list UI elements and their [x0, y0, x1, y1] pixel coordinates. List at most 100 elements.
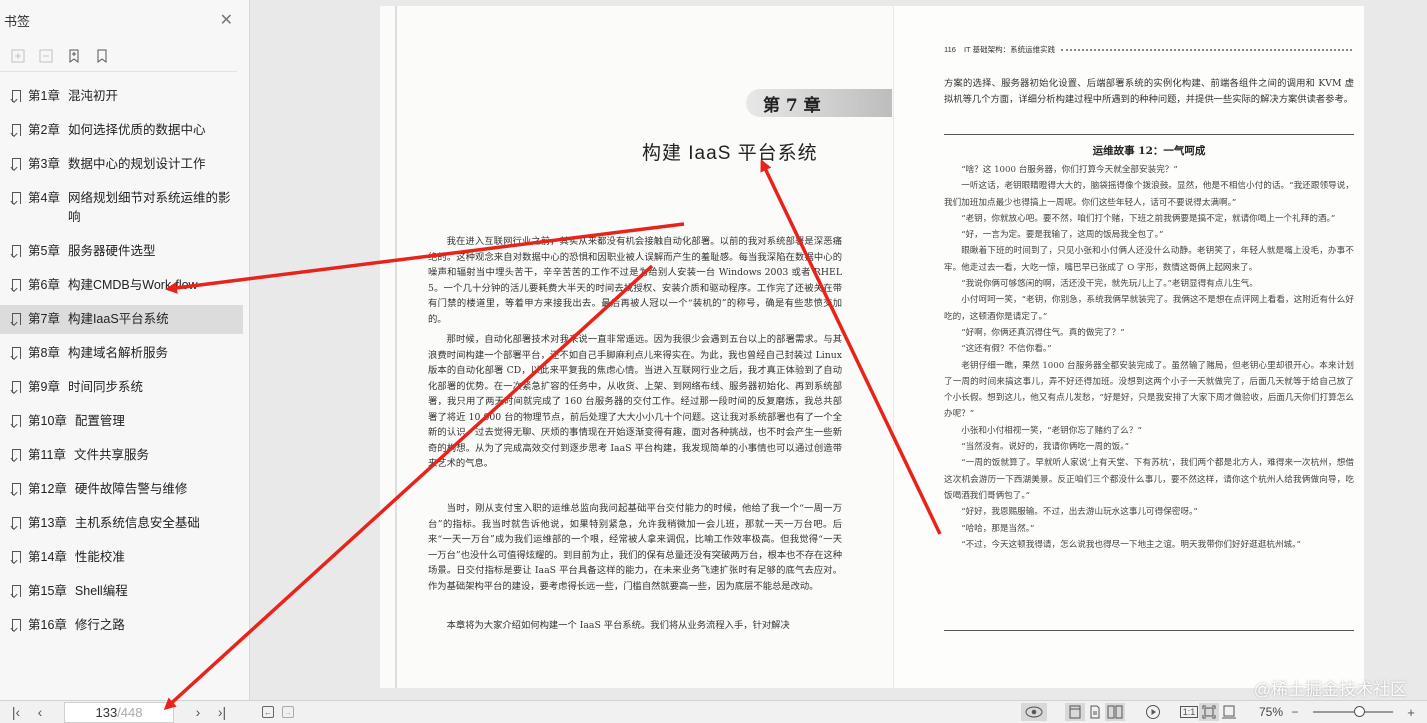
bookmark-item[interactable]: 第15章 Shell编程 [0, 577, 243, 606]
bookmark-chapter-number: 第6章 [28, 278, 60, 292]
bookmark-title: 数据中心的规划设计工作 [67, 157, 206, 171]
bookmark-title: 构建IaaS平台系统 [67, 312, 169, 326]
story-paragraph: “哈哈，那是当然。” [961, 523, 1035, 534]
story-body: “啥？这 1000 台服务器，你们打算今天就全部安装完？” 一听这话，老钥眼睛瞪得… [944, 162, 1354, 553]
forward-icon[interactable]: → [278, 703, 298, 721]
back-icon[interactable]: ← [258, 703, 278, 721]
bookmark-chapter-number: 第16章 [28, 618, 67, 632]
story-paragraph: “啥？这 1000 台服务器，你们打算今天就全部安装完？” [961, 165, 1178, 175]
zoom-slider-knob[interactable] [1354, 706, 1366, 717]
bookmark-icon [12, 90, 21, 102]
bookmark-item[interactable]: 第5章 服务器硬件选型 [0, 237, 243, 266]
document-view[interactable]: 第 7 章 构建 IaaS 平台系统 我在进入互联网行业之前，其实从来都没有机会… [251, 0, 1427, 700]
collapse-all-icon[interactable] [36, 46, 56, 66]
bookmark-title: 构建CMDB与Work-flow [67, 278, 198, 292]
zoom-out-icon[interactable]: − [1283, 705, 1307, 719]
bookmark-chapter-number: 第14章 [28, 550, 67, 564]
bookmark-item[interactable]: 第11章 文件共享服务 [0, 441, 243, 470]
divider [944, 134, 1354, 135]
bookmark-icon [12, 279, 21, 291]
header-dots [1061, 48, 1352, 51]
bookmark-item[interactable]: 第9章 时间同步系统 [0, 373, 243, 402]
bookmark-chapter-number: 第3章 [28, 157, 60, 171]
bookmark-icon [12, 449, 21, 461]
bookmark-chapter-number: 第2章 [28, 123, 60, 137]
bookmark-title: 网络规划细节对系统运维的影响 [67, 191, 231, 224]
next-page-icon[interactable]: › [186, 704, 210, 720]
bookmark-chapter-number: 第9章 [28, 380, 60, 394]
back-box-icon: ← [262, 706, 274, 718]
story-paragraph: “好，一言为定。要是我输了，这周的饭局我全包了。” [961, 230, 1164, 241]
total-pages: /448 [117, 704, 143, 720]
eye-care-icon[interactable] [1020, 703, 1047, 721]
intro-paragraph: 方案的选择、服务器初始化设置、后端部署系统的实例化构建、前端各组件之间的调用和 … [944, 78, 1354, 105]
divider [944, 630, 1354, 631]
bookmark-chapter-number: 第13章 [28, 516, 67, 530]
fit-width-icon[interactable] [1219, 703, 1239, 721]
story-paragraph: “不过，今天这顿我得请，怎么说我也得尽一下地主之谊。明天我带你们好好逛逛杭州城。… [961, 539, 1301, 550]
bookmark-chapter-number: 第4章 [28, 191, 60, 205]
page-number-input[interactable]: 133 /448 [64, 701, 174, 723]
sidebar-header: 书签 ✕ [0, 0, 249, 40]
story-paragraph: 小张和小付相视一笑，“老钥你忘了赌约了么？” [961, 425, 1142, 436]
double-page-icon[interactable] [1104, 703, 1125, 721]
chapter-title: 构建 IaaS 平台系统 [642, 143, 818, 164]
prev-page-icon[interactable]: ‹ [28, 704, 52, 720]
bookmark-title: 服务器硬件选型 [67, 244, 156, 258]
bookmark-icon [12, 381, 21, 393]
bookmark-sidebar: 书签 ✕ 第1章 混沌初开 第2章 如何选择优质的数据中心 第3章 数据中心的规划设计工作… [0, 0, 250, 700]
sidebar-title: 书签 [4, 13, 31, 29]
bookmark-item[interactable]: 第7章 构建IaaS平台系统 [0, 305, 243, 334]
bookmark-item[interactable]: 第8章 构建域名解析服务 [0, 339, 243, 368]
bookmark-item[interactable]: 第3章 数据中心的规划设计工作 [0, 150, 243, 179]
paragraph: 当时，刚从支付宝入职的运维总监向我问起基础平台交付能力的时候，他给了我一个“一周… [428, 503, 842, 592]
bookmark-chapter-number: 第15章 [28, 584, 67, 598]
forward-box-icon: → [282, 706, 294, 718]
story-paragraph: 小付呵呵一笑，“老钥，你别急，系统我俩早就装完了。我俩这不是想在点评网上看看，这… [944, 295, 1354, 322]
bookmark-item[interactable]: 第1章 混沌初开 [0, 82, 243, 111]
bookmark-item[interactable]: 第14章 性能校准 [0, 543, 243, 572]
bookmark-icon [12, 483, 21, 495]
bookmark-icon [12, 124, 21, 136]
bookmark-chapter-number: 第12章 [28, 482, 67, 496]
bookmark-chapter-number: 第7章 [28, 312, 60, 326]
add-bookmark-icon[interactable] [64, 46, 84, 66]
bookmark-item[interactable]: 第6章 构建CMDB与Work-flow [0, 271, 243, 300]
bookmark-list: 第1章 混沌初开 第2章 如何选择优质的数据中心 第3章 数据中心的规划设计工作 第4章 网络… [0, 72, 249, 640]
bookmark-item[interactable]: 第13章 主机系统信息安全基础 [0, 509, 243, 538]
bookmark-item[interactable]: 第2章 如何选择优质的数据中心 [0, 116, 243, 145]
zoom-slider[interactable] [1313, 706, 1393, 717]
story-paragraph: “好啊，你俩还真沉得住气。真的做完了？” [961, 327, 1125, 338]
play-icon[interactable] [1143, 703, 1163, 721]
running-header: 116 IT 基础架构：系统运维实践 [944, 44, 1352, 55]
bookmark-icon[interactable] [92, 46, 112, 66]
bookmark-title: 如何选择优质的数据中心 [67, 123, 206, 137]
bookmark-title: 文件共享服务 [73, 448, 149, 462]
fit-page-icon[interactable] [1198, 703, 1219, 721]
bookmark-title: Shell编程 [74, 584, 128, 598]
bookmark-icon [12, 192, 21, 204]
bookmark-chapter-number: 第10章 [28, 414, 67, 428]
zoom-level[interactable]: 75% [1259, 705, 1283, 719]
first-page-icon[interactable]: |‹ [4, 704, 28, 720]
bookmark-item[interactable]: 第10章 配置管理 [0, 407, 243, 436]
actual-size-icon[interactable]: 1:1 [1179, 703, 1199, 721]
page-left: 第 7 章 构建 IaaS 平台系统 我在进入互联网行业之前，其实从来都没有机会… [380, 6, 893, 688]
bookmark-chapter-number: 第5章 [28, 244, 60, 258]
expand-all-icon[interactable] [8, 46, 28, 66]
bookmark-title: 时间同步系统 [67, 380, 143, 394]
zoom-in-icon[interactable]: + [1399, 705, 1423, 720]
bookmark-chapter-number: 第8章 [28, 346, 60, 360]
close-icon[interactable]: ✕ [220, 10, 233, 30]
bookmark-icon [12, 619, 21, 631]
bookmark-icon [12, 158, 21, 170]
status-bar: |‹ ‹ 133 /448 › ›| ← → 1:1 75% − + [0, 700, 1427, 723]
story-paragraph: 眼瞅着下班的时间到了，只见小张和小付俩人还没什么动静。老钥笑了，年轻人就是嘴上没… [944, 246, 1354, 273]
bookmark-item[interactable]: 第12章 硬件故障告警与维修 [0, 475, 243, 504]
bookmark-item[interactable]: 第4章 网络规划细节对系统运维的影响 [0, 184, 243, 232]
last-page-icon[interactable]: ›| [210, 704, 234, 720]
continuous-page-icon[interactable] [1085, 703, 1105, 721]
bookmark-item[interactable]: 第16章 修行之路 [0, 611, 243, 640]
story-paragraph: “一周的饭就算了。早就听人家说‘上有天堂、下有苏杭’，我们两个都是北方人，难得来… [944, 458, 1354, 501]
single-page-icon[interactable] [1064, 703, 1085, 721]
